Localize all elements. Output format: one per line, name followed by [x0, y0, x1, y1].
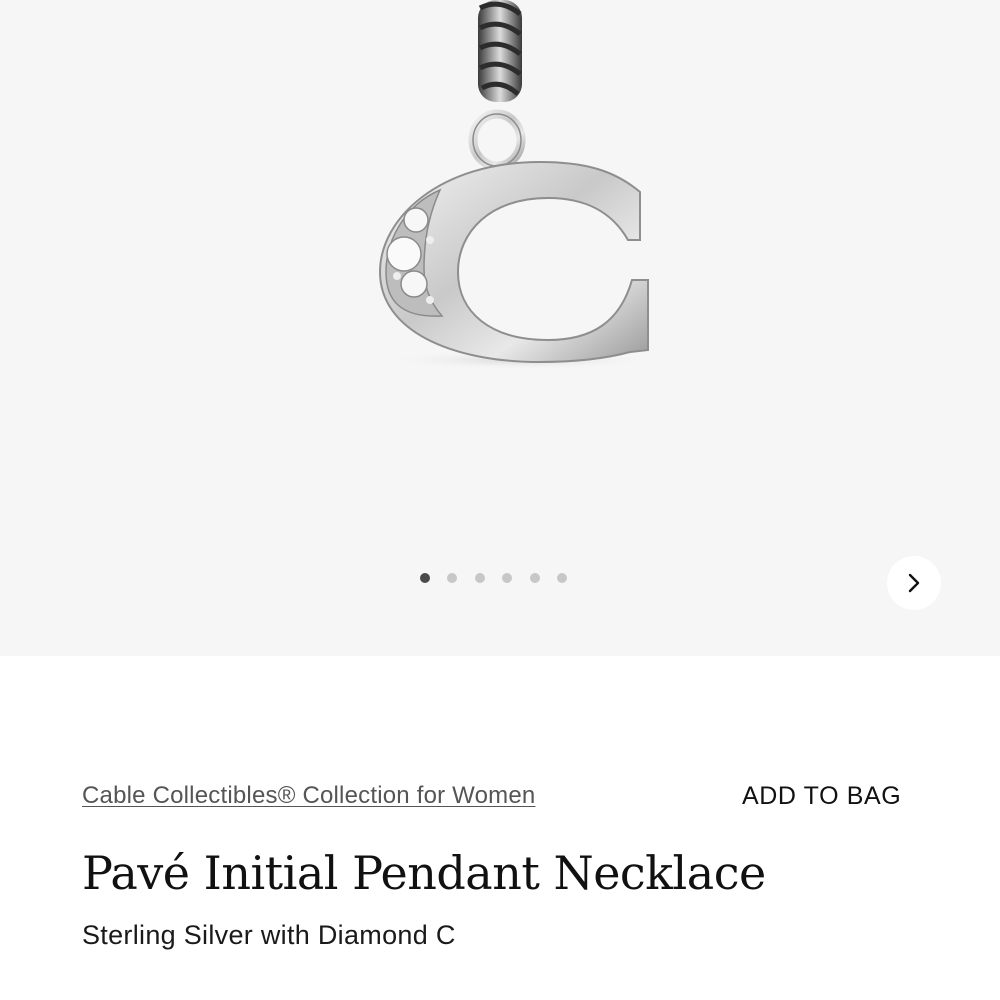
carousel-dot[interactable]	[529, 573, 540, 583]
product-image-gallery[interactable]	[0, 0, 1000, 656]
product-subtitle: Sterling Silver with Diamond C	[82, 920, 456, 950]
add-to-bag-button[interactable]: ADD TO BAG	[742, 782, 901, 811]
product-title: Pavé Initial Pendant Necklace	[82, 846, 766, 900]
carousel-pagination	[420, 573, 584, 587]
carousel-dot[interactable]	[447, 573, 458, 583]
carousel-dot[interactable]	[420, 573, 430, 583]
product-info: Cable Collectibles® Collection for Women…	[0, 656, 1000, 1000]
carousel-dot[interactable]	[556, 573, 567, 583]
carousel-dot[interactable]	[474, 573, 485, 583]
collection-link[interactable]: Cable Collectibles® Collection for Women	[82, 782, 535, 810]
carousel-dot[interactable]	[502, 573, 513, 583]
carousel-next-button[interactable]	[887, 556, 941, 610]
chevron-right-icon	[908, 573, 920, 593]
pendant-c-initial-image	[378, 0, 660, 370]
